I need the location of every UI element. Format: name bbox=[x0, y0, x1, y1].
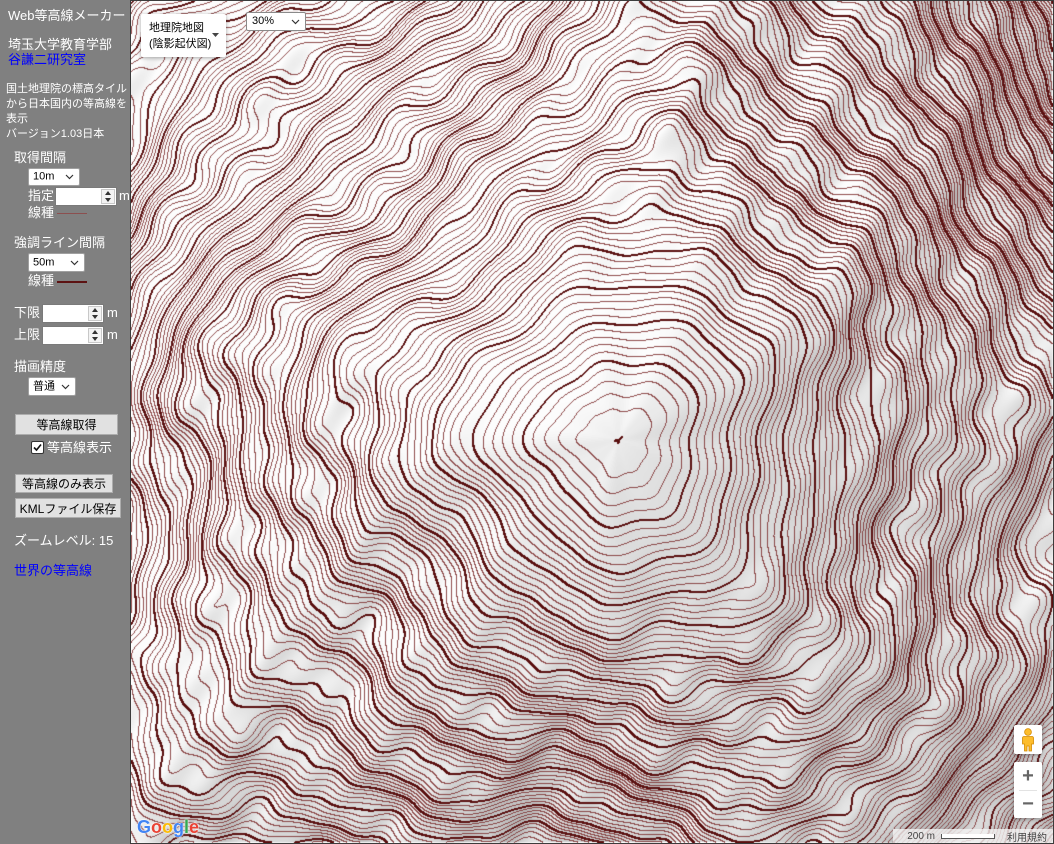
emphasis-line-type-sample[interactable] bbox=[57, 281, 87, 283]
emphasis-line-type-label: 線種 bbox=[28, 273, 55, 288]
zoom-in-button[interactable]: + bbox=[1014, 762, 1042, 790]
chevron-down-icon bbox=[291, 19, 300, 25]
opacity-select[interactable]: 30% bbox=[246, 12, 306, 31]
terms-link[interactable]: 利用規約 bbox=[1007, 829, 1047, 844]
description: 国土地理院の標高タイル から日本国内の等高線を 表示 バージョン1.03日本 bbox=[6, 82, 127, 142]
logo-letter: e bbox=[189, 817, 200, 837]
chevron-down-icon bbox=[61, 384, 70, 389]
checkmark-icon bbox=[33, 443, 42, 452]
precision-select-value: 普通 bbox=[33, 380, 55, 392]
zoom-level-text: ズームレベル: 15 bbox=[14, 533, 114, 548]
affiliation: 埼玉大学教育学部 bbox=[8, 37, 113, 52]
emphasis-interval-label: 強調ライン間隔 bbox=[14, 235, 106, 250]
spin-up-icon[interactable] bbox=[102, 190, 114, 196]
spin-down-icon[interactable] bbox=[102, 197, 114, 203]
emphasis-select-value: 50m bbox=[33, 256, 55, 268]
lower-limit-field[interactable] bbox=[43, 305, 93, 322]
scale-bar[interactable] bbox=[941, 833, 995, 839]
description-line: 表示 bbox=[6, 113, 28, 125]
logo-letter: G bbox=[137, 817, 152, 837]
map-attribution: 200 m 利用規約 bbox=[893, 829, 1053, 843]
custom-interval-spinner[interactable] bbox=[101, 189, 115, 204]
map-type-line2: (陰影起伏図) bbox=[149, 38, 212, 50]
chevron-down-icon bbox=[70, 260, 79, 265]
custom-interval-field[interactable] bbox=[56, 188, 106, 205]
lab-link[interactable]: 谷謙二研究室 bbox=[8, 52, 86, 68]
upper-limit-spinner[interactable] bbox=[88, 328, 102, 343]
lower-limit-label: 下限 bbox=[14, 305, 41, 320]
lower-limit-unit: m bbox=[107, 305, 118, 320]
sidebar: Web等高線メーカー 埼玉大学教育学部 谷謙二研究室 国土地理院の標高タイル か… bbox=[0, 0, 130, 844]
spin-down-icon[interactable] bbox=[89, 336, 101, 342]
chevron-down-icon bbox=[65, 174, 74, 180]
version-line: バージョン1.03日本 bbox=[6, 128, 105, 140]
upper-limit-label: 上限 bbox=[14, 327, 41, 342]
spin-down-icon[interactable] bbox=[89, 314, 101, 320]
scale-label[interactable]: 200 m bbox=[907, 831, 935, 842]
contour-relief-map[interactable] bbox=[131, 1, 1053, 843]
street-view-control[interactable] bbox=[1014, 725, 1042, 754]
interval-select[interactable]: 10m bbox=[28, 168, 80, 186]
custom-interval-label: 指定 bbox=[28, 188, 55, 203]
world-contours-link[interactable]: 世界の等高線 bbox=[14, 563, 92, 579]
lower-limit-input[interactable] bbox=[42, 304, 104, 323]
description-line: から日本国内の等高線を bbox=[6, 98, 127, 110]
interval-select-value: 10m bbox=[33, 170, 55, 183]
pegman-icon[interactable] bbox=[1021, 727, 1035, 752]
app-title: Web等高線メーカー bbox=[8, 8, 126, 23]
save-kml-button[interactable]: KMLファイル保存 bbox=[15, 498, 121, 518]
google-logo[interactable]: Google bbox=[137, 817, 199, 837]
map-view[interactable]: 地理院地図 (陰影起伏図) 30% + − Google 200 m 利用規約 bbox=[130, 0, 1054, 844]
precision-select[interactable]: 普通 bbox=[28, 377, 76, 396]
triangle-down-icon bbox=[212, 33, 219, 37]
zoom-out-button[interactable]: − bbox=[1014, 790, 1042, 818]
custom-interval-input[interactable] bbox=[55, 187, 117, 206]
upper-limit-unit: m bbox=[107, 327, 118, 342]
spin-up-icon[interactable] bbox=[89, 329, 101, 335]
show-contours-label[interactable]: 等高線表示 bbox=[47, 440, 112, 456]
upper-limit-field[interactable] bbox=[43, 327, 93, 344]
line-type-label: 線種 bbox=[28, 205, 55, 220]
precision-label: 描画精度 bbox=[14, 359, 67, 374]
map-type-line1: 地理院地図 bbox=[149, 22, 204, 34]
emphasis-interval-select[interactable]: 50m bbox=[28, 253, 85, 272]
map-type-control[interactable]: 地理院地図 (陰影起伏図) bbox=[141, 14, 226, 57]
contours-only-button[interactable]: 等高線のみ表示 bbox=[15, 474, 113, 493]
custom-interval-unit: m bbox=[119, 188, 130, 203]
interval-label: 取得間隔 bbox=[14, 150, 67, 165]
logo-letter: g bbox=[173, 817, 185, 837]
opacity-select-value: 30% bbox=[252, 15, 275, 27]
upper-limit-input[interactable] bbox=[42, 326, 104, 345]
logo-letter: o bbox=[151, 817, 163, 837]
description-line: 国土地理院の標高タイル bbox=[6, 83, 127, 95]
spin-up-icon[interactable] bbox=[89, 307, 101, 313]
logo-letter: o bbox=[162, 817, 174, 837]
fetch-contours-button[interactable]: 等高線取得 bbox=[15, 414, 118, 435]
show-contours-checkbox[interactable] bbox=[31, 441, 44, 454]
zoom-control: + − bbox=[1014, 762, 1042, 818]
line-type-sample[interactable] bbox=[57, 213, 87, 214]
lower-limit-spinner[interactable] bbox=[88, 306, 102, 321]
